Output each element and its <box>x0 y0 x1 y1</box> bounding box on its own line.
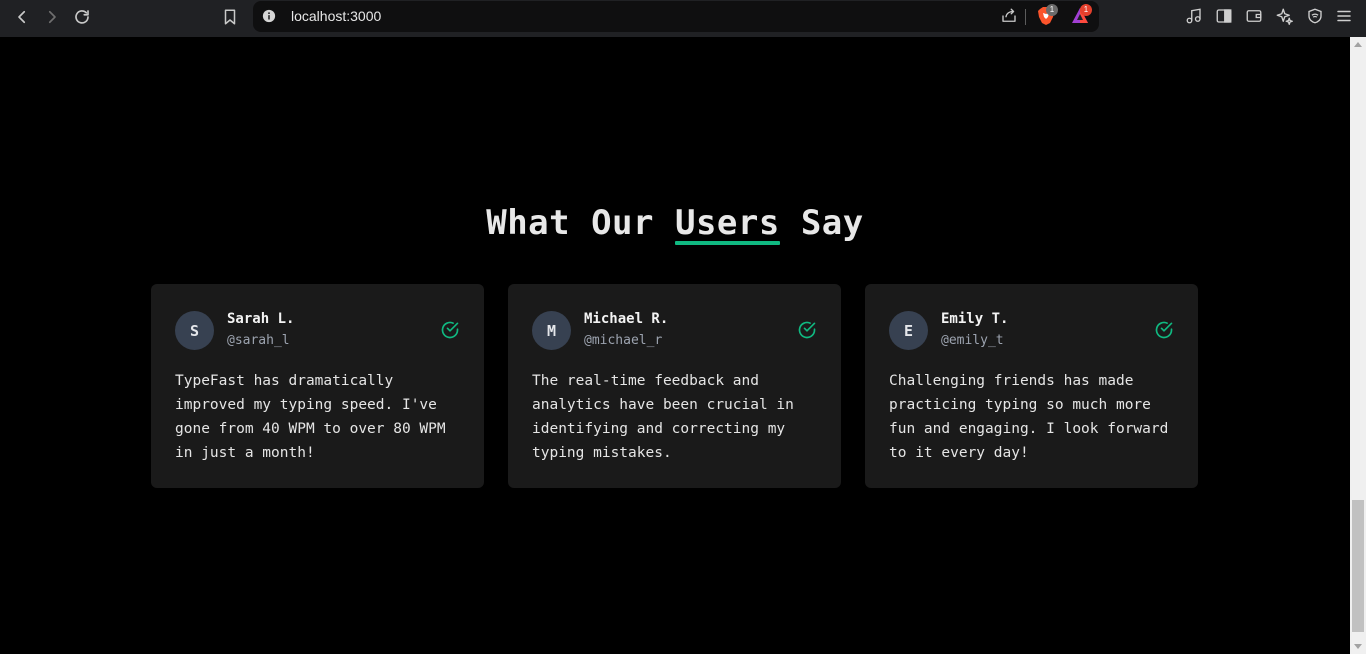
bookmark-icon[interactable] <box>218 6 242 28</box>
verified-check-icon <box>1155 321 1173 339</box>
page-scrollbar[interactable] <box>1350 37 1366 654</box>
section-title: What Our Users Say <box>0 203 1350 245</box>
browser-toolbar: localhost:3000 1 1 <box>0 0 1366 37</box>
testimonials-grid: S Sarah L. @sarah_l TypeFast has dramati… <box>151 284 1198 488</box>
verified-check-icon <box>441 321 459 339</box>
url-text[interactable]: localhost:3000 <box>291 8 381 24</box>
user-name: Emily T. <box>941 311 1009 327</box>
info-icon[interactable] <box>262 9 276 23</box>
sidebar-icon[interactable] <box>1215 7 1233 25</box>
user-handle: @sarah_l <box>227 333 290 348</box>
avatar: E <box>889 311 928 350</box>
media-icon[interactable] <box>1185 7 1203 25</box>
address-bar[interactable]: localhost:3000 1 1 <box>253 1 1099 32</box>
leo-ai-icon[interactable] <box>1275 7 1293 25</box>
brave-shields-icon[interactable]: 1 <box>1035 4 1058 27</box>
testimonial-quote: Challenging friends has made practicing … <box>889 373 1169 461</box>
vpn-icon[interactable] <box>1306 7 1324 25</box>
divider <box>1025 9 1026 25</box>
title-end: Say <box>800 203 864 243</box>
user-handle: @michael_r <box>584 333 663 348</box>
brave-badge: 1 <box>1046 4 1058 16</box>
user-handle: @emily_t <box>941 333 1004 348</box>
rewards-badge: 1 <box>1080 4 1092 16</box>
testimonial-quote: TypeFast has dramatically improved my ty… <box>175 373 446 461</box>
title-start: What Our <box>486 203 654 243</box>
avatar: S <box>175 311 214 350</box>
scrollbar-thumb[interactable] <box>1352 500 1364 632</box>
brave-rewards-icon[interactable]: 1 <box>1069 4 1092 27</box>
scroll-down-arrow-icon[interactable] <box>1354 644 1362 649</box>
reload-icon[interactable] <box>70 6 94 28</box>
wallet-icon[interactable] <box>1245 7 1263 25</box>
verified-check-icon <box>798 321 816 339</box>
testimonial-card: E Emily T. @emily_t Challenging friends … <box>865 284 1198 488</box>
testimonial-card: S Sarah L. @sarah_l TypeFast has dramati… <box>151 284 484 488</box>
avatar: M <box>532 311 571 350</box>
testimonial-card: M Michael R. @michael_r The real-time fe… <box>508 284 841 488</box>
page-content: What Our Users Say S Sarah L. @sarah_l T… <box>0 37 1350 654</box>
user-name: Sarah L. <box>227 311 295 327</box>
menu-icon[interactable] <box>1335 7 1353 25</box>
share-icon[interactable] <box>1000 7 1018 25</box>
forward-icon[interactable] <box>40 6 64 28</box>
title-highlight: Users <box>674 203 780 245</box>
back-icon[interactable] <box>10 6 34 28</box>
user-name: Michael R. <box>584 311 669 327</box>
scroll-up-arrow-icon[interactable] <box>1354 42 1362 47</box>
testimonial-quote: The real-time feedback and analytics hav… <box>532 373 794 461</box>
